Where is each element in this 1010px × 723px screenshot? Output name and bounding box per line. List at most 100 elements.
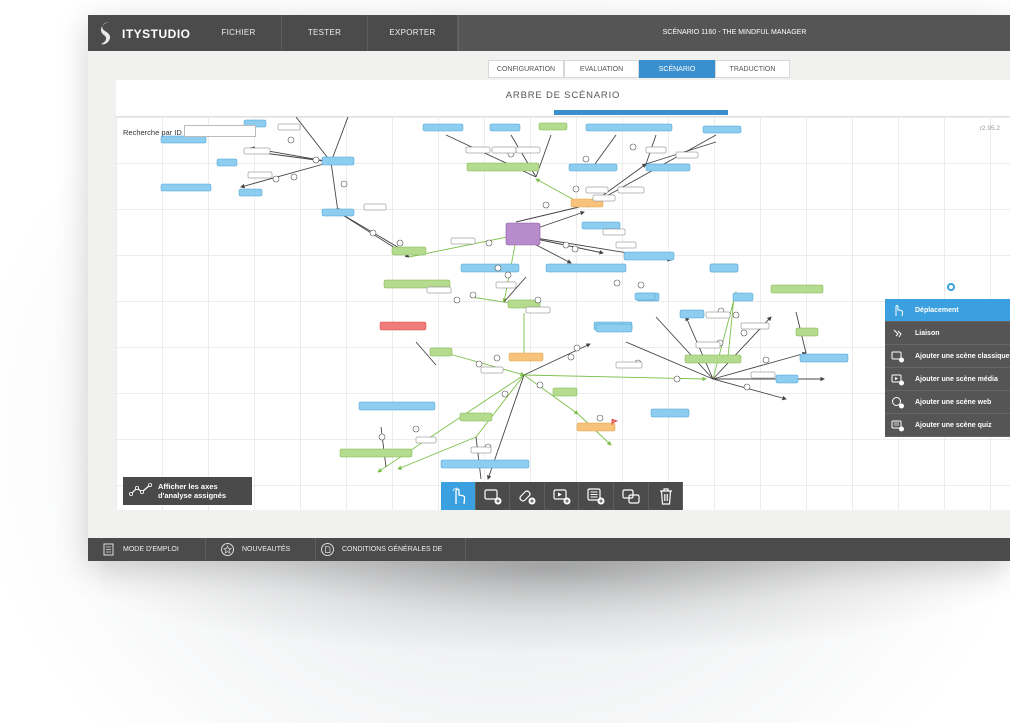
toolbar-delete-button[interactable] <box>649 482 684 510</box>
toolbar-add-classic-scene-button[interactable] <box>476 482 511 510</box>
footer-label: CONDITIONS GÉNÉRALES DE VENTE <box>342 546 443 553</box>
scene-node[interactable] <box>623 251 675 261</box>
axes-button-line1: Afficher les axes <box>158 482 218 491</box>
screenshot-stage: ITYSTUDIO FICHIER TESTER EXPORTER SCÉNAR… <box>0 0 1010 723</box>
toolbar-add-media-scene-button[interactable] <box>545 482 580 510</box>
scene-node[interactable] <box>460 263 520 273</box>
scene-node[interactable] <box>358 401 436 411</box>
search-label: Recherche par ID <box>123 128 182 137</box>
scene-node[interactable] <box>321 208 355 217</box>
analysis-axes-icon <box>129 483 152 496</box>
target-icon[interactable] <box>947 283 955 291</box>
link-icon <box>622 489 640 504</box>
toolbar-move-button[interactable] <box>441 482 476 510</box>
scene-node[interactable] <box>391 246 427 256</box>
scene-node[interactable] <box>679 309 705 319</box>
tool-label: Liaison <box>915 330 940 337</box>
tab-configuration[interactable]: CONFIGURATION <box>488 60 564 78</box>
tool-add-quiz-scene[interactable]: Ajouter une scène quiz <box>885 414 1010 437</box>
show-analysis-axes-button[interactable]: Afficher les axes d'analyse assignés <box>123 477 252 505</box>
toolbar-add-quiz-scene-button[interactable] <box>579 482 614 510</box>
scene-node[interactable] <box>795 327 819 337</box>
scene-node[interactable] <box>545 263 627 273</box>
scene-toolbar <box>441 482 684 510</box>
search-by-id-input[interactable] <box>184 125 256 137</box>
toolbar-add-web-scene-button[interactable] <box>510 482 545 510</box>
scene-node[interactable] <box>585 123 673 132</box>
tool-label: Ajouter une scène classique <box>915 353 1010 360</box>
add-media-scene-icon <box>891 374 904 386</box>
footer-conditions[interactable]: CONDITIONS GÉNÉRALES DE VENTE <box>316 538 466 561</box>
scene-node[interactable] <box>732 292 754 302</box>
app-logo: ITYSTUDIO <box>98 20 208 46</box>
manual-icon <box>103 543 114 556</box>
tool-label: Ajouter une scène web <box>915 399 992 406</box>
scenario-title: SCÉNARIO 1160 - THE MINDFUL MANAGER <box>458 15 1010 51</box>
scene-node[interactable] <box>595 323 633 333</box>
tool-menu: Déplacement Liaison Ajouter une scène cl… <box>885 299 1010 437</box>
tool-label: Ajouter une scène quiz <box>915 422 992 429</box>
scene-node[interactable] <box>440 459 530 469</box>
scene-node[interactable] <box>459 412 493 422</box>
scene-node[interactable] <box>702 125 742 134</box>
tool-deplacement[interactable]: Déplacement <box>885 299 1010 322</box>
scene-node[interactable] <box>552 387 578 397</box>
scenario-canvas[interactable]: Recherche par ID r2.95.2 Déplacement Lia… <box>116 116 1010 510</box>
star-icon <box>221 543 234 556</box>
scene-node[interactable] <box>538 122 568 131</box>
scene-node[interactable] <box>576 422 616 432</box>
scenario-graph[interactable] <box>116 117 1010 510</box>
tool-label: Ajouter une scène média <box>915 376 998 383</box>
scene-node[interactable] <box>466 162 540 172</box>
scene-node[interactable] <box>581 221 621 230</box>
tab-scenario[interactable]: SCÉNARIO <box>639 60 715 78</box>
footer-mode-emploi[interactable]: MODE D'EMPLOI <box>88 538 206 561</box>
scene-node[interactable] <box>770 284 824 294</box>
graph-connectors[interactable] <box>272 136 770 451</box>
scene-node[interactable] <box>160 135 207 144</box>
menu-fichier[interactable]: FICHIER <box>196 15 282 51</box>
tab-traduction[interactable]: TRADUCTION <box>715 60 790 78</box>
footer-label: NOUVEAUTÉS <box>242 546 291 553</box>
hand-pointer-icon <box>452 487 466 505</box>
scene-node[interactable] <box>508 352 544 362</box>
document-icon <box>321 543 334 556</box>
add-classic-scene-icon <box>483 489 502 505</box>
scene-node[interactable] <box>634 292 656 301</box>
scene-node[interactable] <box>429 347 453 357</box>
tool-add-media-scene[interactable]: Ajouter une scène média <box>885 368 1010 391</box>
menu-tester[interactable]: TESTER <box>282 15 368 51</box>
tool-add-classic-scene[interactable]: Ajouter une scène classique <box>885 345 1010 368</box>
drop-shadow <box>100 560 1000 650</box>
menu-exporter[interactable]: EXPORTER <box>368 15 458 51</box>
trash-icon <box>659 488 672 505</box>
tool-label: Déplacement <box>915 307 959 314</box>
title-underline <box>554 110 728 115</box>
scene-node[interactable] <box>160 183 212 192</box>
tab-evaluation[interactable]: EVALUATION <box>564 60 639 78</box>
axes-button-line2: d'analyse assignés <box>158 491 227 500</box>
toolbar-link-button[interactable] <box>614 482 649 510</box>
scene-node[interactable] <box>645 163 691 172</box>
scene-node[interactable] <box>238 188 263 197</box>
tool-add-web-scene[interactable]: Ajouter une scène web <box>885 391 1010 414</box>
scene-node[interactable] <box>568 163 618 172</box>
graph-choice-labels <box>243 123 776 454</box>
scene-node[interactable] <box>775 374 799 384</box>
tool-liaison[interactable]: Liaison <box>885 322 1010 345</box>
scene-node[interactable] <box>650 408 690 418</box>
scene-node[interactable] <box>379 321 427 331</box>
scene-node[interactable] <box>684 354 742 364</box>
scene-node[interactable] <box>339 448 413 458</box>
add-classic-scene-icon <box>891 351 904 363</box>
add-quiz-scene-icon <box>891 420 904 432</box>
scene-node[interactable] <box>799 353 849 363</box>
footer-nouveautes[interactable]: NOUVEAUTÉS <box>206 538 316 561</box>
scene-node[interactable] <box>489 123 521 132</box>
scene-node[interactable] <box>216 158 238 167</box>
scene-node-start[interactable] <box>505 222 541 246</box>
scene-node[interactable] <box>422 123 464 132</box>
scenario-panel: ARBRE DE SCÉNARIO Recherche par ID r2.95… <box>116 80 1010 510</box>
scene-node[interactable] <box>709 263 739 273</box>
scene-node[interactable] <box>321 156 355 166</box>
